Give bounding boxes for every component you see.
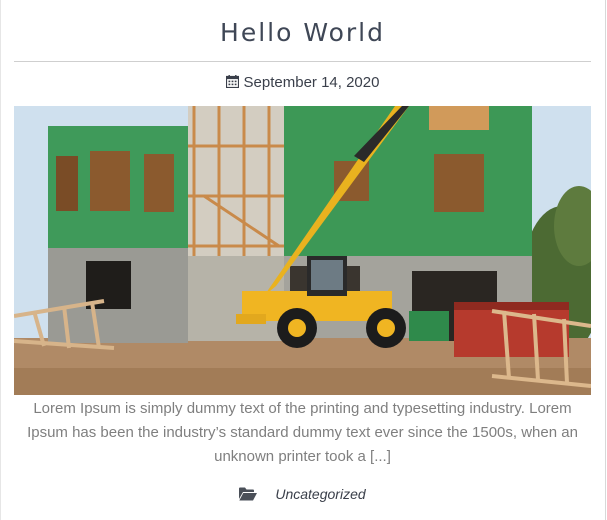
featured-image[interactable]	[14, 106, 591, 395]
title-divider	[14, 61, 591, 62]
post-title-link[interactable]: Hello World	[220, 18, 385, 47]
post-date-text: September 14, 2020	[243, 74, 380, 91]
post-categories: Uncategorized	[1, 486, 604, 502]
post-title: Hello World	[1, 18, 604, 47]
post-date: September 14, 2020	[1, 74, 604, 91]
folder-open-icon	[239, 487, 258, 501]
post-card: Hello World September 14, 2020 Lorem Ips…	[0, 0, 606, 520]
calendar-icon	[225, 75, 239, 88]
category-link[interactable]: Uncategorized	[275, 486, 365, 502]
post-excerpt: Lorem Ipsum is simply dummy text of the …	[27, 400, 578, 465]
